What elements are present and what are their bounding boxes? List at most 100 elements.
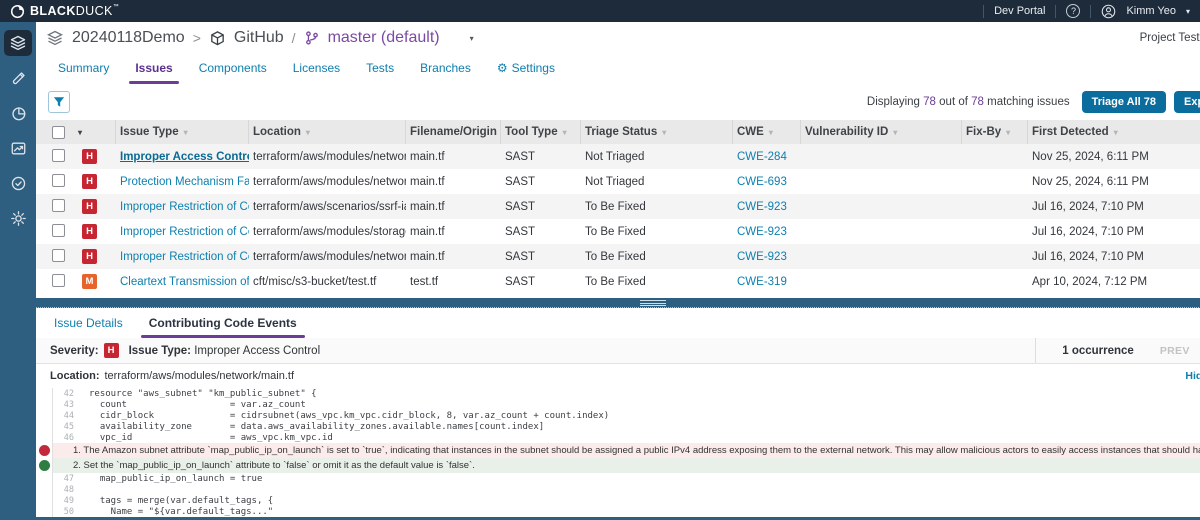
issue-type-link[interactable]: Improper Restriction of Communi... [120,201,249,213]
cwe-link[interactable]: CWE-923 [737,251,787,263]
git-branch-icon [304,30,320,46]
issue-type-link[interactable]: Improper Restriction of Communi... [120,251,249,263]
nav-tests-item[interactable] [4,65,32,91]
tab-contributing-code-events[interactable]: Contributing Code Events [149,316,297,338]
topbar-separator [983,5,984,18]
code-line: 47 map_public_ip_on_launch = true [36,473,1200,484]
column-severity-sort[interactable]: ▾ [74,120,116,144]
nav-settings-item[interactable] [4,205,32,231]
table-row[interactable]: H Improper Restriction of Communi... ter… [36,194,1200,219]
triage-status-cell: To Be Fixed [581,226,733,238]
tab-issues[interactable]: Issues [135,61,172,84]
project-test-details-link[interactable]: Project Test Details [1140,32,1200,44]
issue-type-link[interactable]: Cleartext Transmission of Sensitiv... [120,276,249,288]
tab-summary[interactable]: Summary [58,61,109,84]
first-detected-cell: Nov 25, 2024, 6:11 PM [1028,151,1200,163]
severity-badge: H [104,343,119,358]
table-row[interactable]: M Cleartext Transmission of Sensitiv... … [36,269,1200,294]
user-caret-icon[interactable]: ▾ [1186,7,1190,16]
drag-handle-icon[interactable] [640,300,666,306]
code-text: Name = "${var.default_tags..." [79,507,273,517]
cwe-link[interactable]: CWE-693 [737,176,787,188]
issues-table-header: ▾ Issue Type▾ Location▾ Filename/Origin▾… [36,120,1200,144]
row-checkbox[interactable] [52,274,65,287]
breadcrumb-project[interactable]: 20240118Demo [72,29,185,47]
prev-button[interactable]: PREV [1160,345,1190,357]
tab-settings[interactable]: ⚙ Settings [497,61,555,84]
line-number: 42 [53,389,79,399]
table-row[interactable]: H Improper Restriction of Communi... ter… [36,244,1200,269]
tab-components[interactable]: Components [199,61,267,84]
tab-tests[interactable]: Tests [366,61,394,84]
sort-caret-icon: ▾ [1006,128,1010,137]
tool-type-cell: SAST [501,201,581,213]
nav-reports-item[interactable] [4,100,32,126]
nav-policies-item[interactable] [4,170,32,196]
hide-file-path-link[interactable]: Hide File Path [1185,370,1200,382]
export-all-button[interactable]: Export All 78 [1174,91,1200,113]
filename-cell: main.tf [406,226,501,238]
severity-label: Severity: [50,345,99,357]
gear-icon [10,210,27,227]
cwe-link[interactable]: CWE-319 [737,276,787,288]
severity-badge: H [82,249,97,264]
issue-type-link[interactable]: Improper Restriction of Communi... [120,226,249,238]
cwe-link[interactable]: CWE-284 [737,151,787,163]
breadcrumb-separator: > [193,30,201,46]
severity-sort-caret-icon: ▾ [78,128,82,137]
column-first-detected[interactable]: First Detected▾ [1028,120,1200,144]
column-vulnerability-id[interactable]: Vulnerability ID▾ [801,120,962,144]
breadcrumb-repo[interactable]: GitHub [234,29,284,47]
nav-portfolio-item[interactable] [4,30,32,56]
issue-type-link[interactable]: Improper Access Control [120,151,249,163]
table-row[interactable]: H Protection Mechanism Failure terraform… [36,169,1200,194]
breadcrumb-branch[interactable]: master (default) [328,29,440,47]
column-fix-by[interactable]: Fix-By▾ [962,120,1028,144]
top-bar: BLACKDUCK™ Dev Portal ? Kimm Yeo ▾ [0,0,1200,22]
location-label: Location: [50,370,100,382]
row-checkbox[interactable] [52,174,65,187]
shield-check-icon [10,175,27,192]
row-checkbox[interactable] [52,249,65,262]
nav-trends-item[interactable] [4,135,32,161]
select-all-checkbox[interactable] [52,126,65,139]
cwe-link[interactable]: CWE-923 [737,201,787,213]
code-line: 43 count = var.az_count [36,399,1200,410]
line-number: 46 [53,433,79,443]
column-tool-type[interactable]: Tool Type▾ [501,120,581,144]
column-cwe[interactable]: CWE▾ [733,120,801,144]
cwe-link[interactable]: CWE-923 [737,226,787,238]
branch-dropdown-caret-icon[interactable]: ▾ [470,34,474,43]
column-issue-type[interactable]: Issue Type▾ [116,120,249,144]
project-tabs: Summary Issues Components Licenses Tests… [36,54,1200,84]
table-row[interactable]: H Improper Restriction of Communi... ter… [36,219,1200,244]
remediation-marker-icon [39,460,50,471]
sort-caret-icon: ▾ [306,128,310,137]
code-viewer: 42resource "aws_subnet" "km_public_subne… [36,388,1200,517]
table-row[interactable]: H Improper Access Control terraform/aws/… [36,144,1200,169]
filter-button[interactable] [48,91,70,113]
line-number: 44 [53,411,79,421]
tool-type-cell: SAST [501,251,581,263]
panel-resize-bar[interactable] [36,298,1200,308]
location-cell: terraform/aws/modules/storage/m... [249,226,406,238]
dev-portal-link[interactable]: Dev Portal [994,5,1045,17]
column-triage-status[interactable]: Triage Status▾ [581,120,733,144]
tool-type-cell: SAST [501,151,581,163]
severity-badge: M [82,274,97,289]
row-checkbox[interactable] [52,199,65,212]
location-cell: terraform/aws/modules/network/m... [249,176,406,188]
tab-settings-label: Settings [512,61,555,75]
column-filename[interactable]: Filename/Origin▾ [406,120,501,144]
tab-licenses[interactable]: Licenses [293,61,340,84]
tab-issue-details[interactable]: Issue Details [54,316,123,338]
help-icon[interactable]: ? [1066,4,1080,18]
triage-all-button[interactable]: Triage All 78 [1082,91,1166,113]
issue-type-link[interactable]: Protection Mechanism Failure [120,176,249,188]
user-menu[interactable]: Kimm Yeo [1126,5,1176,17]
column-location[interactable]: Location▾ [249,120,406,144]
row-checkbox[interactable] [52,149,65,162]
row-checkbox[interactable] [52,224,65,237]
issues-toolbar: Displaying 78 out of 78 matching issues … [36,84,1200,120]
tab-branches[interactable]: Branches [420,61,471,84]
